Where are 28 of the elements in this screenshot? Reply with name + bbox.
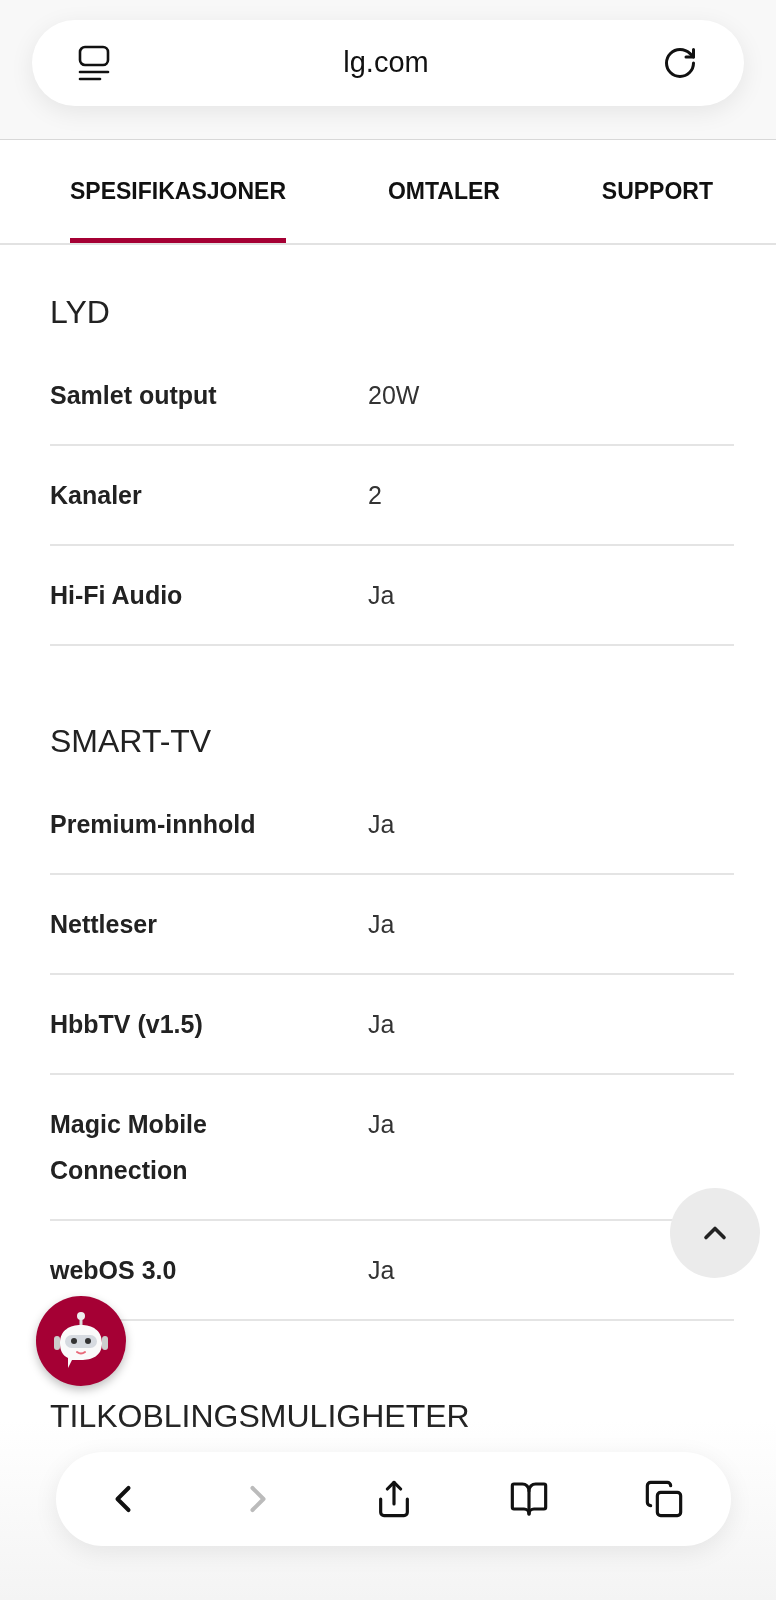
spec-label: Samlet output	[50, 380, 218, 411]
spec-label: Premium-innhold	[50, 809, 257, 840]
reload-icon[interactable]	[662, 45, 698, 81]
spec-value: Ja	[368, 1255, 395, 1286]
tab[interactable]: OMTALER	[387, 140, 500, 243]
tab[interactable]: SUPPORT	[601, 140, 713, 243]
reader-icon[interactable]	[78, 45, 110, 81]
tab[interactable]: SPESIFIKASJONER	[70, 140, 286, 243]
spec-value: Ja	[368, 1009, 395, 1040]
section-heading: SMART-TV	[50, 722, 213, 761]
chatbot-button[interactable]	[36, 1296, 126, 1386]
spec-value: 20W	[368, 380, 420, 411]
section-heading: TILKOBLINGSMULIGHETER	[50, 1397, 471, 1436]
spec-label: webOS 3.0	[50, 1255, 178, 1286]
spec-label: Kanaler	[50, 480, 143, 511]
section-heading: LYD	[50, 293, 111, 332]
spec-value: Ja	[368, 1109, 395, 1140]
spec-value: Ja	[368, 580, 395, 611]
address-bar[interactable]: lg.com	[32, 20, 744, 106]
spec-label: HbbTV (v1.5)	[50, 1009, 204, 1040]
spec-value: Ja	[368, 909, 395, 940]
spec-value: Ja	[368, 809, 395, 840]
tabs-icon	[644, 1479, 684, 1519]
spec-label: Nettleser	[50, 909, 158, 940]
spec-value: 2	[368, 480, 382, 511]
spec-label: Magic Mobile Connection	[50, 1109, 208, 1186]
url-text: lg.com	[343, 45, 429, 81]
spec-label: Hi-Fi Audio	[50, 580, 184, 611]
